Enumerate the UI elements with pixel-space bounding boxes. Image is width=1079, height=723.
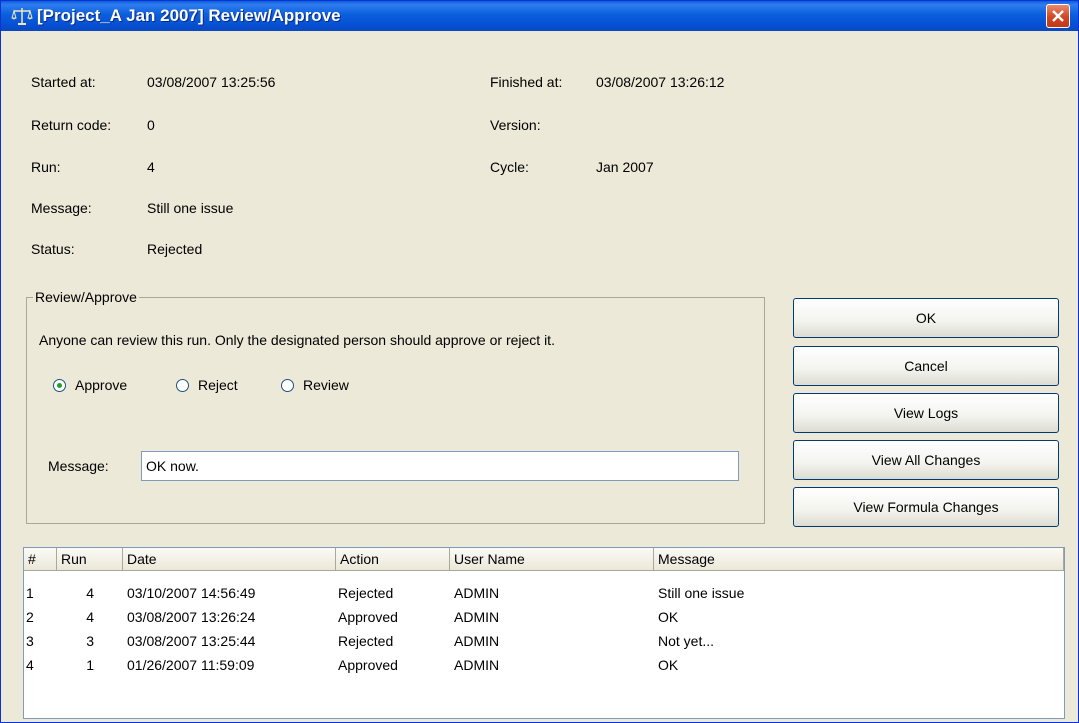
table-row[interactable]: 3 3 03/08/2007 13:25:44 Rejected ADMIN N… — [24, 630, 1064, 654]
row-message: Not yet... — [658, 633, 715, 649]
row-message: OK — [658, 609, 679, 625]
history-table[interactable]: # Run Date Action User Name Message 1 4 … — [23, 547, 1065, 719]
row-action: Approved — [338, 609, 398, 625]
table-row[interactable]: 4 1 01/26/2007 11:59:09 Approved ADMIN O… — [24, 654, 1064, 678]
column-header-user-name[interactable]: User Name — [450, 548, 654, 571]
row-action: Rejected — [338, 633, 394, 649]
row-run: 3 — [86, 633, 94, 649]
review-radio-label: Review — [303, 377, 349, 393]
run-label: Run: — [31, 159, 61, 175]
table-row[interactable]: 1 4 03/10/2007 14:56:49 Rejected ADMIN S… — [24, 582, 1064, 606]
view-all-changes-button[interactable]: View All Changes — [793, 440, 1059, 480]
row-user-name: ADMIN — [454, 585, 500, 601]
column-header-number[interactable]: # — [24, 548, 57, 571]
cancel-button[interactable]: Cancel — [793, 346, 1059, 386]
scales-icon — [11, 5, 33, 27]
title-bar[interactable]: [Project_A Jan 2007] Review/Approve — [1, 1, 1078, 31]
return-code-value: 0 — [147, 117, 155, 133]
review-message-label: Message: — [48, 458, 109, 474]
reject-radio-label: Reject — [198, 377, 238, 393]
finished-at-value: 03/08/2007 13:26:12 — [596, 74, 725, 90]
return-code-label: Return code: — [31, 117, 112, 133]
status-label: Status: — [31, 241, 75, 257]
column-header-run[interactable]: Run — [57, 548, 123, 571]
row-number: 3 — [26, 633, 34, 649]
row-number: 4 — [26, 657, 34, 673]
window-title: [Project_A Jan 2007] Review/Approve — [37, 6, 341, 25]
message-value: Still one issue — [147, 200, 234, 216]
table-row[interactable]: 2 4 03/08/2007 13:26:24 Approved ADMIN O… — [24, 606, 1064, 630]
review-approve-dialog: [Project_A Jan 2007] Review/Approve Star… — [0, 0, 1079, 723]
row-number: 1 — [26, 585, 34, 601]
started-at-label: Started at: — [31, 74, 96, 90]
column-header-action[interactable]: Action — [336, 548, 450, 571]
group-title: Review/Approve — [33, 289, 139, 305]
row-message: Still one issue — [658, 585, 745, 601]
column-header-message[interactable]: Message — [654, 548, 1064, 571]
radio-unselected-icon — [176, 379, 189, 392]
row-date: 03/10/2007 14:56:49 — [127, 585, 256, 601]
row-user-name: ADMIN — [454, 657, 500, 673]
row-action: Rejected — [338, 585, 394, 601]
cycle-value: Jan 2007 — [596, 159, 654, 175]
row-message: OK — [658, 657, 679, 673]
run-value: 4 — [147, 159, 155, 175]
message-label: Message: — [31, 200, 92, 216]
row-date: 03/08/2007 13:26:24 — [127, 609, 256, 625]
started-at-value: 03/08/2007 13:25:56 — [147, 74, 276, 90]
review-message-input[interactable] — [141, 451, 739, 481]
row-run: 4 — [86, 609, 94, 625]
ok-button[interactable]: OK — [793, 298, 1059, 338]
radio-unselected-icon — [281, 379, 294, 392]
row-run: 1 — [86, 657, 94, 673]
row-action: Approved — [338, 657, 398, 673]
cycle-label: Cycle: — [490, 159, 529, 175]
view-formula-changes-button[interactable]: View Formula Changes — [793, 487, 1059, 527]
close-button[interactable] — [1046, 4, 1070, 28]
row-number: 2 — [26, 609, 34, 625]
radio-selected-icon — [53, 379, 66, 392]
finished-at-label: Finished at: — [490, 74, 563, 90]
row-date: 01/26/2007 11:59:09 — [127, 657, 255, 673]
column-header-date[interactable]: Date — [123, 548, 336, 571]
row-run: 4 — [86, 585, 94, 601]
version-label: Version: — [490, 117, 541, 133]
row-user-name: ADMIN — [454, 609, 500, 625]
table-header: # Run Date Action User Name Message — [24, 548, 1064, 571]
status-value: Rejected — [147, 241, 203, 257]
review-instruction: Anyone can review this run. Only the des… — [39, 332, 555, 348]
row-user-name: ADMIN — [454, 633, 500, 649]
view-logs-button[interactable]: View Logs — [793, 393, 1059, 433]
approve-radio-label: Approve — [75, 377, 128, 393]
row-date: 03/08/2007 13:25:44 — [127, 633, 256, 649]
